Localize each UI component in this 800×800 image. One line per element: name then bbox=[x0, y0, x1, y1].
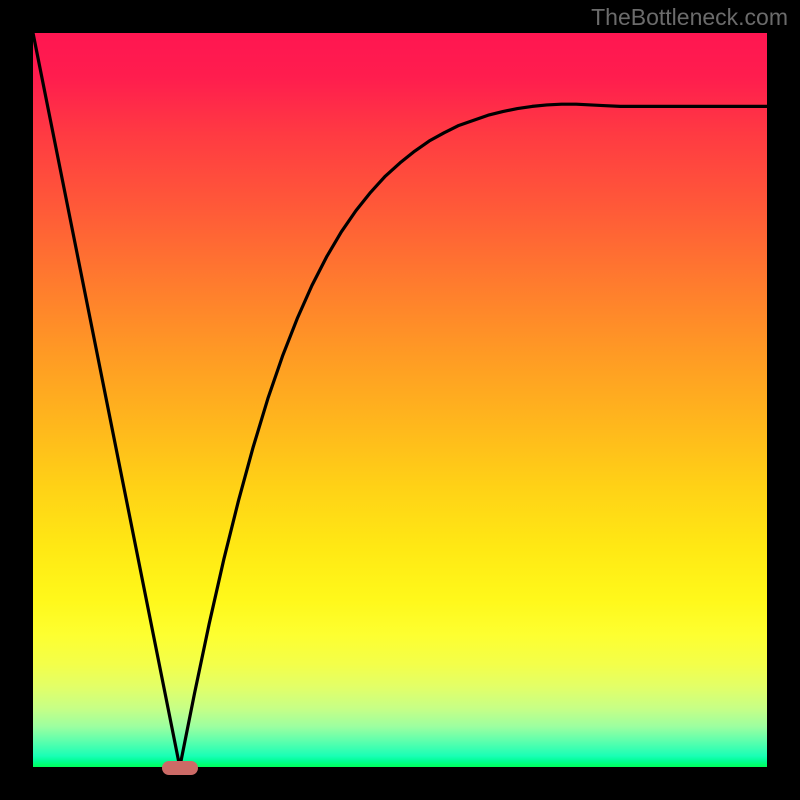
plot-area bbox=[33, 33, 767, 767]
curve-path bbox=[33, 33, 767, 767]
bottleneck-curve bbox=[33, 33, 767, 767]
watermark-text: TheBottleneck.com bbox=[591, 4, 788, 31]
chart-frame: TheBottleneck.com bbox=[0, 0, 800, 800]
